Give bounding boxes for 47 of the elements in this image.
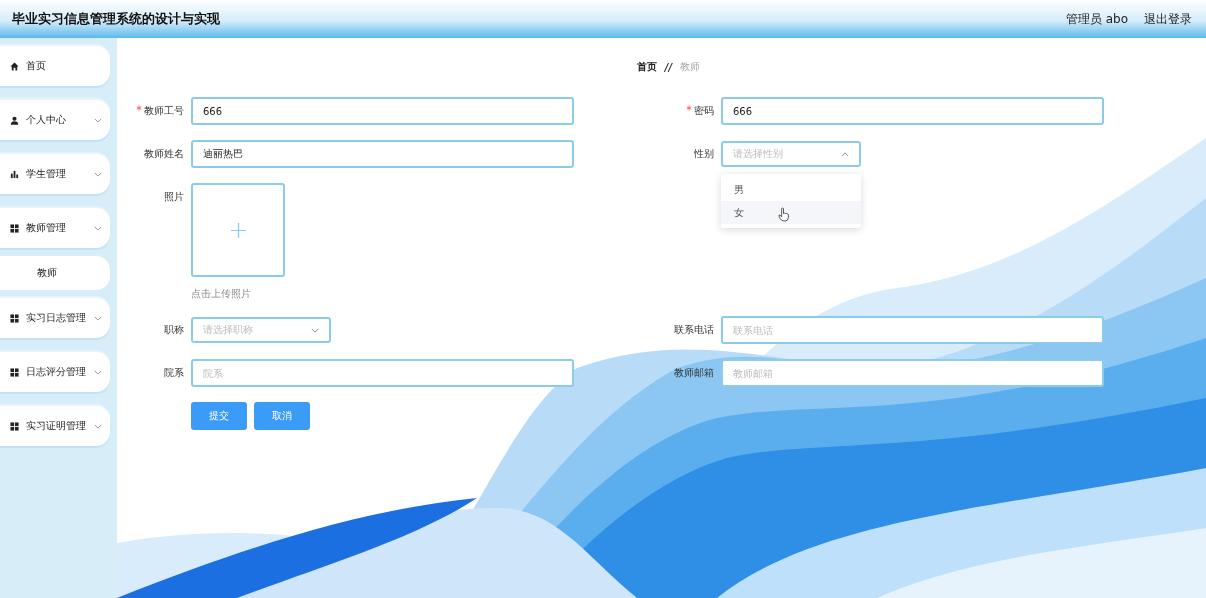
grid-icon [10, 313, 19, 323]
upload-hint: 点击上传照片 [191, 287, 252, 301]
sidebar-item[interactable]: 学生管理 [0, 154, 110, 194]
plus-icon [230, 222, 246, 238]
user-icon [10, 115, 19, 125]
field-label: 教师工号 [136, 104, 184, 118]
chevron-down-icon [94, 225, 102, 231]
app-title: 毕业实习信息管理系统的设计与实现 [12, 10, 220, 28]
field-label: 性别 [694, 147, 714, 161]
chevron-down-icon [94, 423, 102, 429]
field-label: 教师姓名 [144, 147, 184, 161]
breadcrumb-separator: // [664, 61, 673, 73]
upload-box[interactable] [191, 183, 285, 277]
sidebar-item[interactable]: 教师管理 [0, 208, 110, 248]
chevron-down-icon [94, 369, 102, 375]
breadcrumb-link[interactable]: 首页 [636, 60, 657, 74]
input-field[interactable]: 666 [191, 97, 574, 125]
field-label: 照片 [164, 190, 184, 204]
field-label: 院系 [164, 366, 184, 380]
logout-link[interactable]: 退出登录 [1144, 10, 1192, 28]
field-label: 密码 [686, 104, 714, 118]
field-label: 教师邮箱 [674, 366, 714, 380]
input-field[interactable]: 联系电话 [721, 316, 1104, 344]
hand-cursor-icon [778, 207, 789, 222]
home-icon [10, 61, 19, 71]
dropdown-option[interactable]: 男 [721, 178, 861, 201]
bar-chart-icon [10, 169, 19, 179]
chevron-down-icon [94, 117, 102, 123]
field-label: 职称 [164, 323, 184, 337]
chevron-up-icon [841, 151, 849, 157]
input-field[interactable]: 迪丽热巴 [191, 140, 574, 168]
sidebar-item[interactable]: 首页 [0, 46, 110, 86]
sidebar-item[interactable]: 实习证明管理 [0, 406, 110, 446]
sidebar-item[interactable]: 个人中心 [0, 100, 110, 140]
sidebar-item[interactable]: 实习日志管理 [0, 298, 110, 338]
dropdown-option[interactable]: 女 [721, 201, 861, 224]
input-field[interactable]: 666 [721, 97, 1104, 125]
sidebar-subitem[interactable]: 教师 [0, 256, 110, 290]
grid-icon [10, 421, 19, 431]
grid-icon [10, 367, 19, 377]
sidebar-item[interactable]: 日志评分管理 [0, 352, 110, 392]
user-name: 管理员 abo [1065, 10, 1128, 28]
chevron-down-icon [94, 315, 102, 321]
chevron-down-icon [94, 171, 102, 177]
grid-icon [10, 223, 19, 233]
field-label: 联系电话 [674, 323, 714, 337]
chevron-down-icon [311, 327, 319, 333]
